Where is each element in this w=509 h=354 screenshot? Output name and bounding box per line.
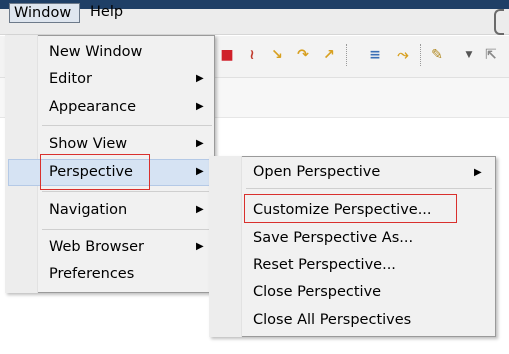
submenu-arrow-icon: ▶ — [196, 241, 204, 252]
step-over-icon[interactable]: ↷ — [294, 46, 312, 64]
submenu-arrow-icon: ▶ — [196, 204, 204, 215]
submenu-arrow-icon: ▶ — [196, 101, 204, 112]
menu-item-editor[interactable]: Editor ▶ — [5, 66, 215, 92]
menu-help[interactable]: Help — [86, 3, 132, 23]
menu-item-reset-perspective[interactable]: Reset Perspective... — [253, 252, 453, 278]
annotation-box — [244, 194, 457, 223]
menu-item-label: Web Browser — [49, 239, 144, 255]
submenu-arrow-icon: ▶ — [474, 167, 482, 178]
menu-item-label: Navigation — [49, 202, 128, 218]
menu-item-label: Reset Perspective... — [253, 257, 396, 273]
menu-item-navigation[interactable]: Navigation ▶ — [5, 197, 215, 223]
menu-item-close-perspective[interactable]: Close Perspective — [253, 279, 453, 305]
dropdown-icon[interactable]: ▼ — [460, 46, 478, 64]
submenu-arrow-icon: ▶ — [196, 73, 204, 84]
menu-separator — [42, 191, 212, 192]
menu-item-close-all-perspectives[interactable]: Close All Perspectives — [253, 307, 453, 333]
stop-icon[interactable]: ■ — [218, 46, 236, 64]
menu-item-label: Preferences — [49, 266, 135, 282]
menu-separator — [42, 125, 212, 126]
menu-item-label: Open Perspective — [253, 164, 381, 180]
menu-item-label: New Window — [49, 44, 143, 60]
menu-gutter — [209, 156, 242, 337]
drop-to-frame-icon[interactable]: ≡ — [366, 46, 384, 64]
step-into-icon[interactable]: ↘ — [268, 46, 286, 64]
menu-item-web-browser[interactable]: Web Browser ▶ — [5, 234, 215, 260]
menu-window[interactable]: Window — [9, 3, 80, 23]
edit-icon[interactable]: ✎ — [428, 46, 446, 64]
pin-icon[interactable]: ⇱ — [482, 46, 500, 64]
submenu-arrow-icon: ▶ — [196, 166, 204, 177]
use-step-filters-icon[interactable]: ⤳ — [394, 46, 412, 64]
step-return-icon[interactable]: ↗ — [320, 46, 338, 64]
menu-item-appearance[interactable]: Appearance ▶ — [5, 94, 215, 120]
menu-separator — [42, 229, 212, 230]
annotation-box — [40, 154, 150, 190]
connect-icon[interactable]: ≀ — [243, 46, 261, 64]
menu-item-new-window[interactable]: New Window — [5, 39, 215, 65]
menu-item-label: Save Perspective As... — [253, 230, 414, 246]
toolbar-separator — [346, 44, 348, 66]
toolbar-separator — [420, 44, 422, 66]
menu-item-label: Appearance — [49, 99, 137, 115]
window-edge — [494, 9, 504, 35]
menu-item-open-perspective[interactable]: Open Perspective — [253, 159, 493, 185]
menu-separator — [246, 188, 492, 189]
submenu-arrow-icon: ▶ — [196, 138, 204, 149]
menu-item-label: Close All Perspectives — [253, 312, 412, 328]
menu-item-label: Editor — [49, 71, 92, 87]
menu-item-label: Close Perspective — [253, 284, 382, 300]
menu-item-save-perspective-as[interactable]: Save Perspective As... — [253, 225, 453, 251]
menu-item-preferences[interactable]: Preferences — [5, 261, 215, 287]
